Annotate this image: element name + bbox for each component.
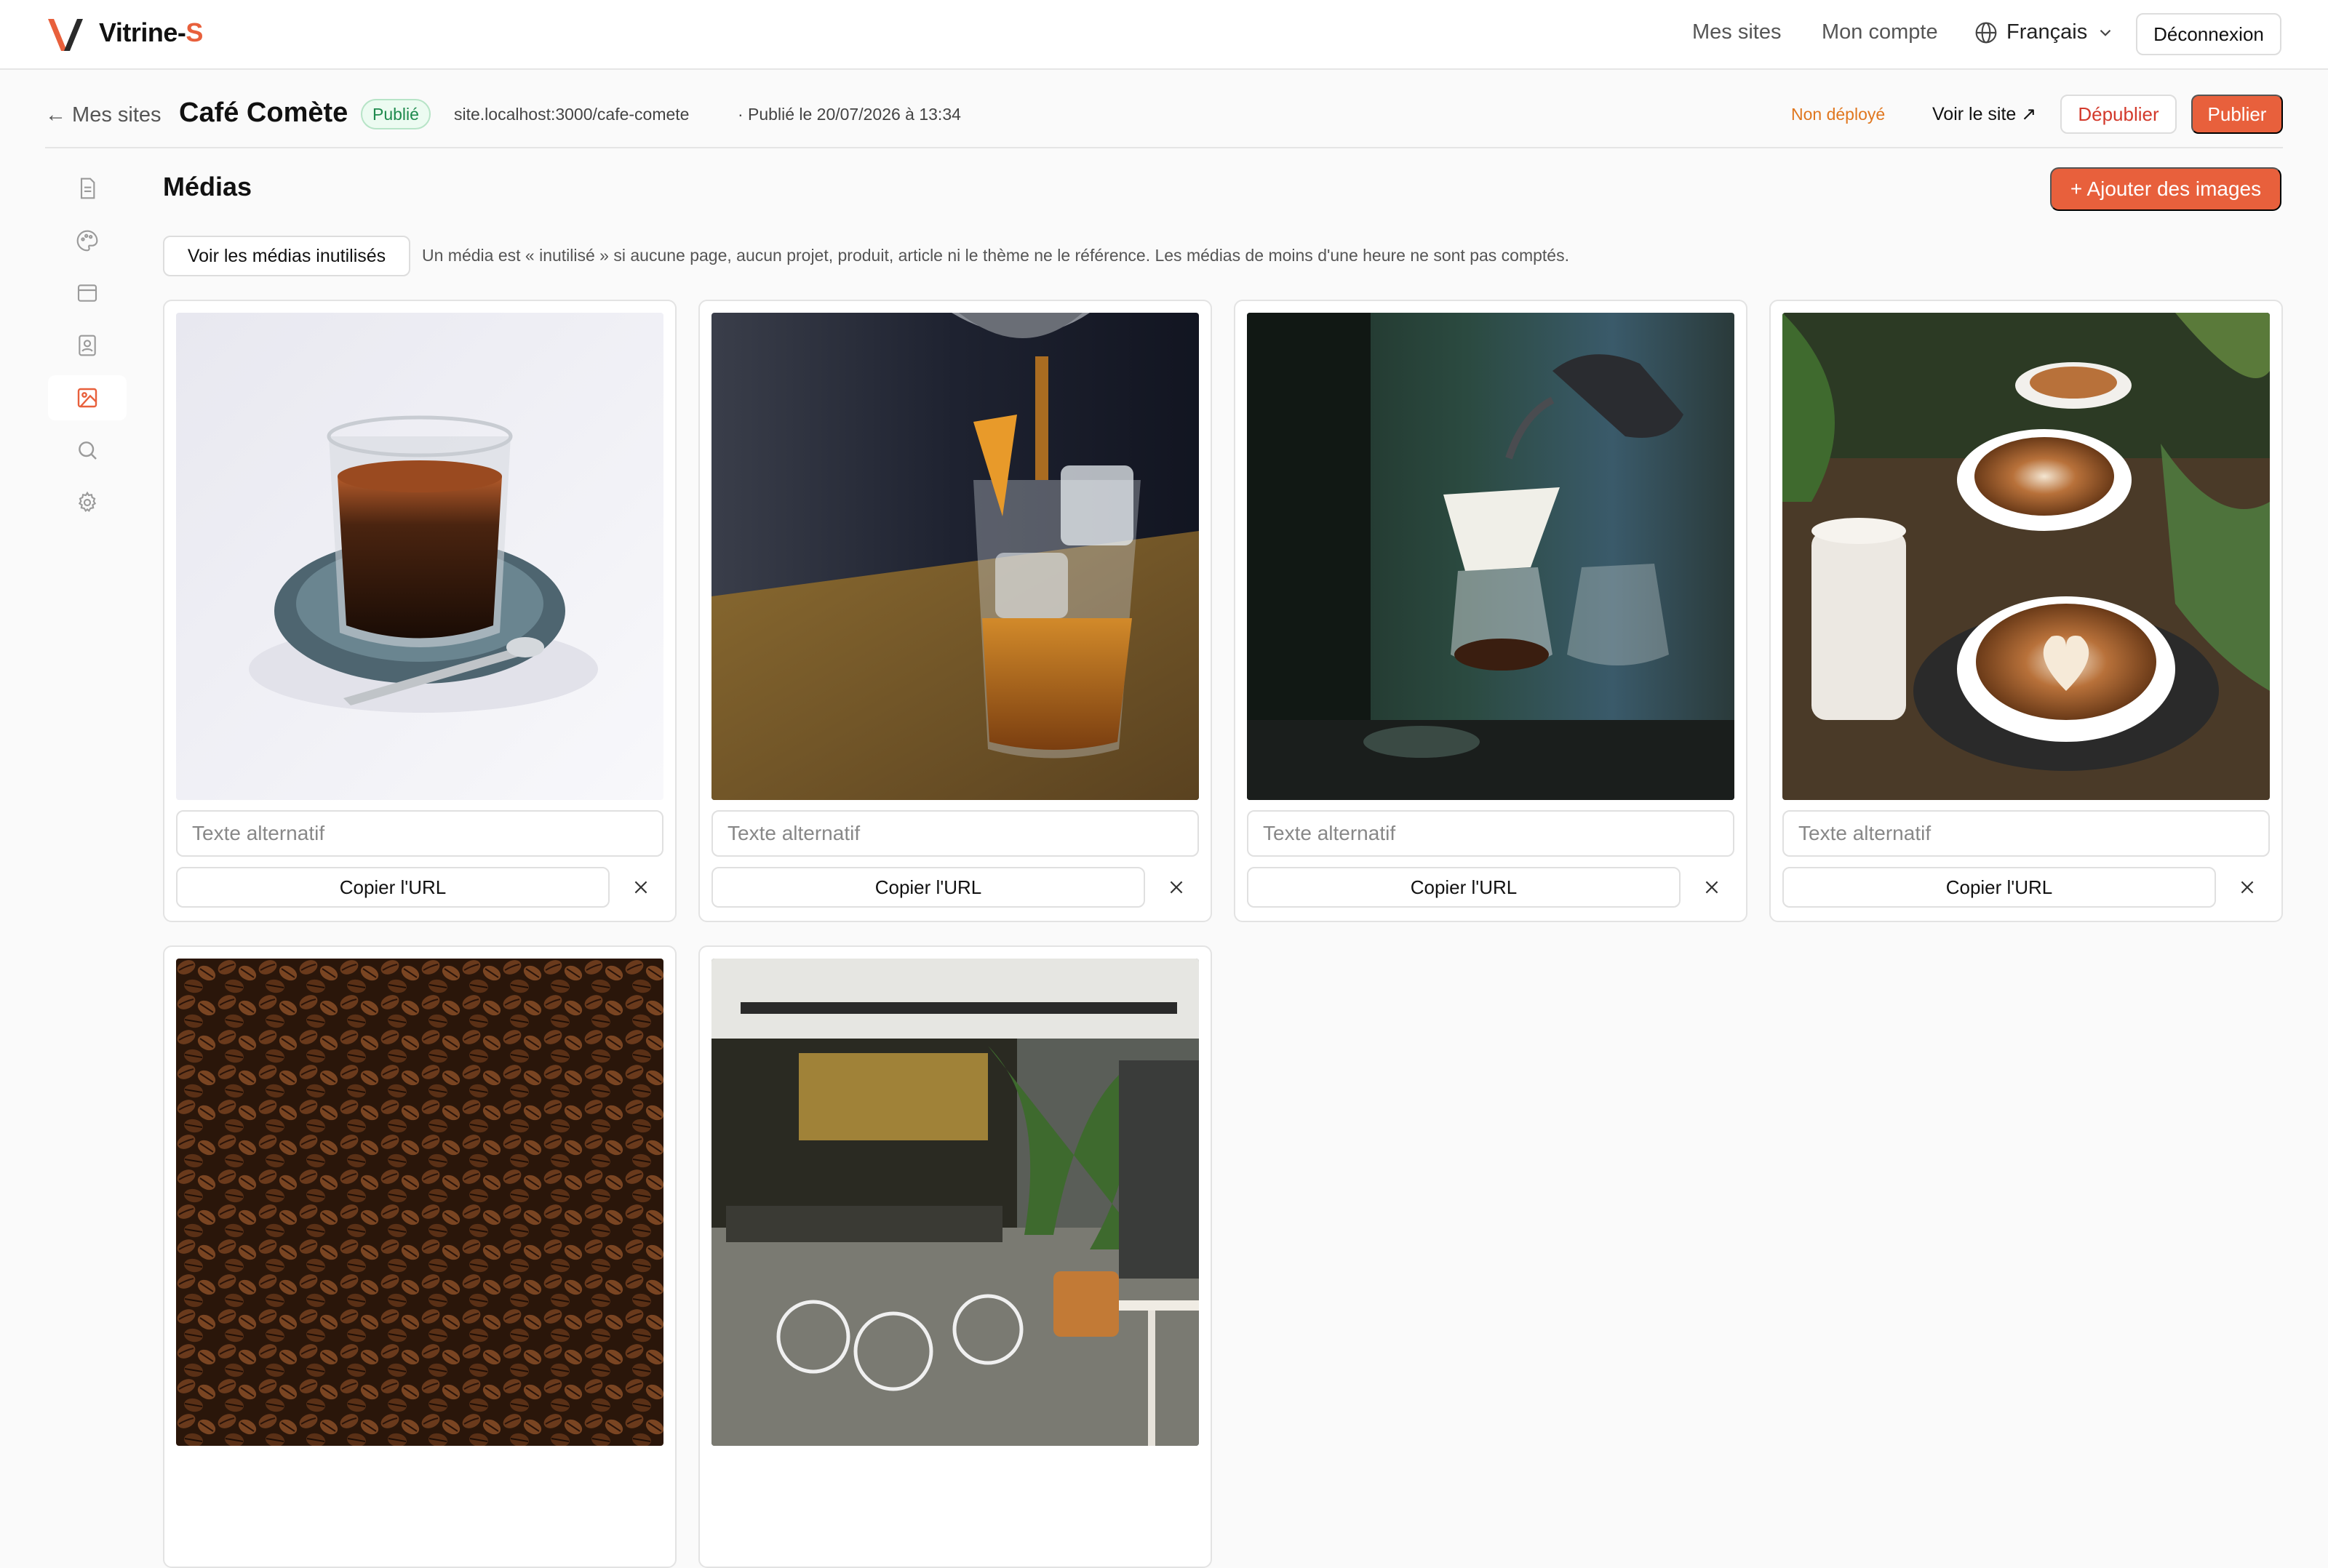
language-label: Français: [2006, 20, 2088, 44]
add-images-button[interactable]: + Ajouter des images: [2050, 167, 2281, 211]
brand-name-main: Vitrine-: [99, 17, 186, 47]
close-icon: [2241, 881, 2254, 894]
remove-media-button[interactable]: [2225, 867, 2270, 908]
sidebar-item-pages[interactable]: [48, 166, 127, 211]
media-card: Copier l'URL: [163, 300, 677, 922]
view-site-link[interactable]: Voir le site ↗: [1922, 95, 2046, 134]
brand-name-accent: S: [186, 17, 203, 47]
palette-icon: [76, 230, 98, 252]
sidebar-item-theme[interactable]: [48, 218, 127, 263]
alt-text-input[interactable]: [1782, 810, 2270, 857]
language-selector[interactable]: Français: [1974, 20, 2124, 44]
back-to-sites-link[interactable]: ← Mes sites: [45, 103, 162, 127]
deploy-status: Non déployé: [1791, 105, 1886, 124]
gear-icon: [78, 491, 97, 512]
site-url: site.localhost:3000/cafe-comete: [454, 105, 690, 124]
publish-button[interactable]: Publier: [2191, 95, 2283, 134]
site-name: Café Comète: [179, 97, 348, 128]
top-bar: Vitrine-S Mes sites Mon compte Français …: [0, 0, 2328, 70]
globe-icon: [1975, 22, 1997, 43]
copy-url-button[interactable]: Copier l'URL: [176, 867, 610, 908]
remove-media-button[interactable]: [1689, 867, 1734, 908]
copy-url-button[interactable]: Copier l'URL: [711, 867, 1145, 908]
logout-button[interactable]: Déconnexion: [2136, 13, 2281, 55]
close-icon: [1170, 881, 1183, 894]
unused-media-button[interactable]: Voir les médias inutilisés: [163, 236, 410, 276]
media-image-iced-drink[interactable]: [711, 313, 1199, 800]
page-title: Médias: [163, 172, 252, 201]
media-image-cafe-interior[interactable]: [711, 959, 1199, 1446]
media-card: Copier l'URL: [1234, 300, 1747, 922]
remove-media-button[interactable]: [1154, 867, 1199, 908]
remove-media-button[interactable]: [618, 867, 663, 908]
alt-text-input[interactable]: [176, 810, 663, 857]
sidebar-item-settings[interactable]: [48, 480, 127, 525]
document-icon: [80, 177, 95, 199]
alt-text-input[interactable]: [711, 810, 1199, 857]
sidebar-item-media[interactable]: [48, 375, 127, 420]
media-image-espresso[interactable]: [176, 313, 663, 800]
contact-icon: [79, 335, 96, 356]
nav-my-account[interactable]: Mon compte: [1822, 20, 1938, 44]
layout-icon: [77, 284, 97, 302]
site-header: ← Mes sites Café Comète Publié site.loca…: [45, 95, 2283, 148]
copy-url-button[interactable]: Copier l'URL: [1247, 867, 1681, 908]
status-badge: Publié: [361, 99, 431, 129]
close-icon: [634, 881, 647, 894]
alt-text-input[interactable]: [1247, 810, 1734, 857]
brand-name[interactable]: Vitrine-S: [99, 17, 203, 48]
unpublish-button[interactable]: Dépublier: [2060, 95, 2177, 134]
logo-icon: [48, 19, 83, 51]
sidebar-item-layout[interactable]: [48, 271, 127, 316]
nav-my-sites[interactable]: Mes sites: [1692, 20, 1781, 44]
close-icon: [1705, 881, 1718, 894]
media-image-coffee-beans[interactable]: [176, 959, 663, 1446]
search-icon: [79, 441, 97, 460]
unused-media-note: Un média est « inutilisé » si aucune pag…: [422, 246, 1569, 265]
media-card: [698, 945, 1212, 1568]
media-image-latte-art[interactable]: [1782, 313, 2270, 800]
media-card: Copier l'URL: [698, 300, 1212, 922]
sidebar-item-contact[interactable]: [48, 323, 127, 368]
media-card: Copier l'URL: [1769, 300, 2283, 922]
copy-url-button[interactable]: Copier l'URL: [1782, 867, 2216, 908]
media-image-pour-over[interactable]: [1247, 313, 1734, 800]
sidebar-item-seo[interactable]: [48, 428, 127, 473]
media-card: [163, 945, 677, 1568]
publish-date: · Publié le 20/07/2026 à 13:34: [738, 105, 961, 124]
image-icon: [77, 388, 97, 408]
chevron-down-icon: [2100, 29, 2111, 36]
